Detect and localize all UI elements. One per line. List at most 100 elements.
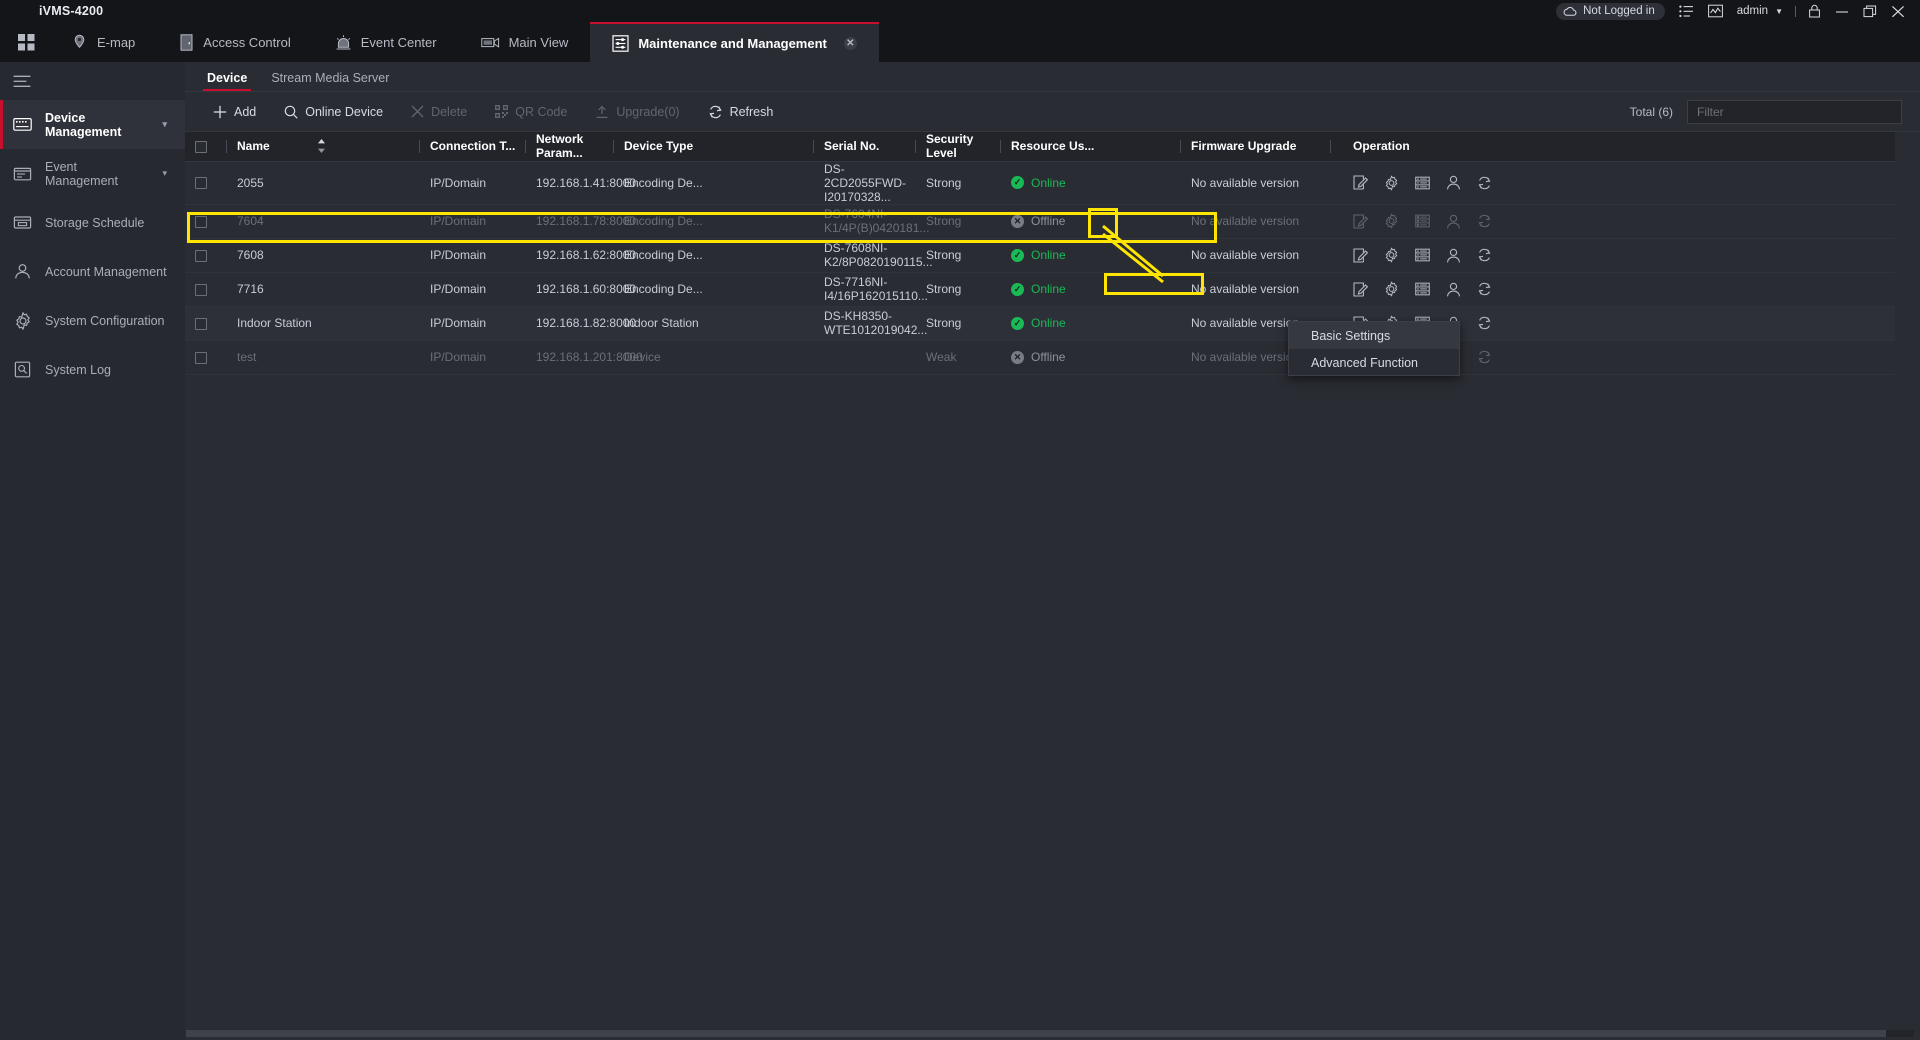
nav-tab-emap[interactable]: E-map [49, 22, 157, 62]
row-select-cell[interactable] [185, 340, 227, 374]
horizontal-scrollbar[interactable] [186, 1030, 1914, 1037]
sidebar-item-system-log[interactable]: System Log [0, 345, 185, 394]
table-row[interactable]: 7608 IP/Domain 192.168.1.62:8000 Encodin… [185, 238, 1895, 272]
context-menu-item-advanced-function[interactable]: Advanced Function [1289, 349, 1459, 376]
hamburger-icon[interactable] [0, 62, 185, 100]
column-sort-control[interactable] [315, 132, 420, 161]
edit-icon[interactable] [1353, 282, 1368, 297]
close-tab-icon[interactable]: ✕ [844, 37, 857, 50]
column-header-serial-no[interactable]: Serial No. [814, 132, 916, 161]
row-checkbox[interactable] [195, 177, 207, 189]
table-row[interactable]: Indoor Station IP/Domain 192.168.1.82:80… [185, 306, 1895, 340]
online-device-button[interactable]: Online Device [270, 97, 397, 127]
edit-icon[interactable] [1353, 248, 1368, 263]
maximize-icon[interactable] [1856, 1, 1884, 21]
gear-icon[interactable] [1384, 248, 1399, 263]
remote-config-icon[interactable] [1415, 282, 1430, 297]
table-row[interactable]: 2055 IP/Domain 192.168.1.41:8000 Encodin… [185, 161, 1895, 204]
user-icon[interactable] [1446, 175, 1461, 190]
refresh-button[interactable]: Refresh [694, 97, 788, 127]
column-header-device-type[interactable]: Device Type [614, 132, 814, 161]
table-row[interactable]: 7604 IP/Domain 192.168.1.78:8000 Encodin… [185, 204, 1895, 238]
nav-tab-access-control[interactable]: Access Control [157, 22, 312, 62]
edit-icon[interactable] [1353, 214, 1368, 229]
table-row[interactable]: 7716 IP/Domain 192.168.1.60:8000 Encodin… [185, 272, 1895, 306]
sidebar-item-event-management[interactable]: Event Management ▾ [0, 149, 185, 198]
sidebar-item-account-management[interactable]: Account Management [0, 247, 185, 296]
total-count-label: Total (6) [1630, 105, 1673, 119]
row-checkbox[interactable] [195, 216, 207, 228]
refresh-icon[interactable] [1477, 214, 1492, 229]
sidebar-item-storage-schedule[interactable]: Storage Schedule [0, 198, 185, 247]
cell-network-parameters: 192.168.1.41:8000 [526, 161, 614, 204]
qr-code-button[interactable]: QR Code [481, 97, 581, 127]
column-header-operation[interactable]: Operation [1331, 132, 1895, 161]
chart-icon[interactable] [1701, 1, 1730, 21]
column-header-security-level[interactable]: Security Level [916, 132, 1001, 161]
list-icon[interactable] [1672, 1, 1701, 21]
sub-tab-device[interactable]: Device [207, 71, 247, 91]
event-icon [13, 164, 32, 183]
gear-icon[interactable] [1384, 175, 1399, 190]
offline-status-icon: ✕ [1011, 215, 1024, 228]
refresh-icon[interactable] [1477, 282, 1492, 297]
filter-input[interactable] [1697, 105, 1892, 119]
row-select-cell[interactable] [185, 238, 227, 272]
sub-tab-bar: Device Stream Media Server [185, 62, 1920, 92]
nav-tab-maintenance-and-management[interactable]: Maintenance and Management ✕ [590, 22, 879, 62]
close-icon[interactable] [1884, 1, 1912, 21]
row-checkbox[interactable] [195, 284, 207, 296]
user-icon[interactable] [1446, 248, 1461, 263]
cloud-login-button[interactable]: Not Logged in [1549, 1, 1672, 21]
sub-tab-stream-media-server[interactable]: Stream Media Server [271, 71, 389, 91]
row-select-cell[interactable] [185, 161, 227, 204]
select-all-checkbox[interactable] [195, 141, 207, 153]
edit-icon[interactable] [1353, 175, 1368, 190]
context-menu-item-basic-settings[interactable]: Basic Settings [1289, 322, 1459, 349]
cell-connection-type: IP/Domain [420, 161, 526, 204]
context-menu: Basic Settings Advanced Function [1288, 321, 1460, 376]
toolbar-label: Upgrade(0) [616, 105, 679, 119]
user-icon[interactable] [1446, 214, 1461, 229]
row-checkbox[interactable] [195, 352, 207, 364]
column-header-network-parameters[interactable]: Network Param... [526, 132, 614, 161]
column-header-firmware-upgrade[interactable]: Firmware Upgrade [1181, 132, 1331, 161]
refresh-icon[interactable] [1477, 316, 1492, 331]
gear-icon[interactable] [1384, 282, 1399, 297]
status-label: Offline [1031, 214, 1065, 228]
row-select-cell[interactable] [185, 204, 227, 238]
refresh-icon[interactable] [1477, 350, 1492, 365]
lock-icon[interactable] [1801, 1, 1828, 21]
add-button[interactable]: Add [199, 97, 270, 127]
select-all-header[interactable] [185, 132, 227, 161]
upgrade-button[interactable]: Upgrade(0) [581, 97, 693, 127]
nav-tab-label: Access Control [203, 35, 290, 50]
remote-config-icon[interactable] [1415, 248, 1430, 263]
remote-config-icon[interactable] [1415, 175, 1430, 190]
refresh-icon[interactable] [1477, 248, 1492, 263]
remote-config-icon[interactable] [1415, 214, 1430, 229]
filter-input-wrapper[interactable] [1687, 100, 1902, 124]
user-icon[interactable] [1446, 282, 1461, 297]
column-header-connection-type[interactable]: Connection T... [420, 132, 526, 161]
user-menu[interactable]: admin ▼ [1730, 1, 1790, 21]
row-checkbox[interactable] [195, 250, 207, 262]
minimize-icon[interactable] [1828, 1, 1856, 21]
nav-tab-main-view[interactable]: Main View [459, 22, 591, 62]
refresh-icon[interactable] [1477, 175, 1492, 190]
table-row[interactable]: test IP/Domain 192.168.1.201:8000 Device… [185, 340, 1895, 374]
nav-tab-event-center[interactable]: Event Center [313, 22, 459, 62]
gear-icon[interactable] [1384, 214, 1399, 229]
account-icon [13, 262, 32, 281]
column-header-resource-usage[interactable]: Resource Us... [1001, 132, 1181, 161]
row-select-cell[interactable] [185, 272, 227, 306]
row-select-cell[interactable] [185, 306, 227, 340]
sort-arrows-icon[interactable] [317, 138, 420, 154]
delete-button[interactable]: Delete [397, 97, 481, 127]
row-checkbox[interactable] [195, 318, 207, 330]
sidebar-item-system-configuration[interactable]: System Configuration [0, 296, 185, 345]
sidebar-item-device-management[interactable]: Device Management ▾ [0, 100, 185, 149]
apps-grid-button[interactable] [0, 22, 49, 62]
column-header-name[interactable]: Name [227, 132, 315, 161]
scrollbar-thumb[interactable] [186, 1030, 1886, 1037]
